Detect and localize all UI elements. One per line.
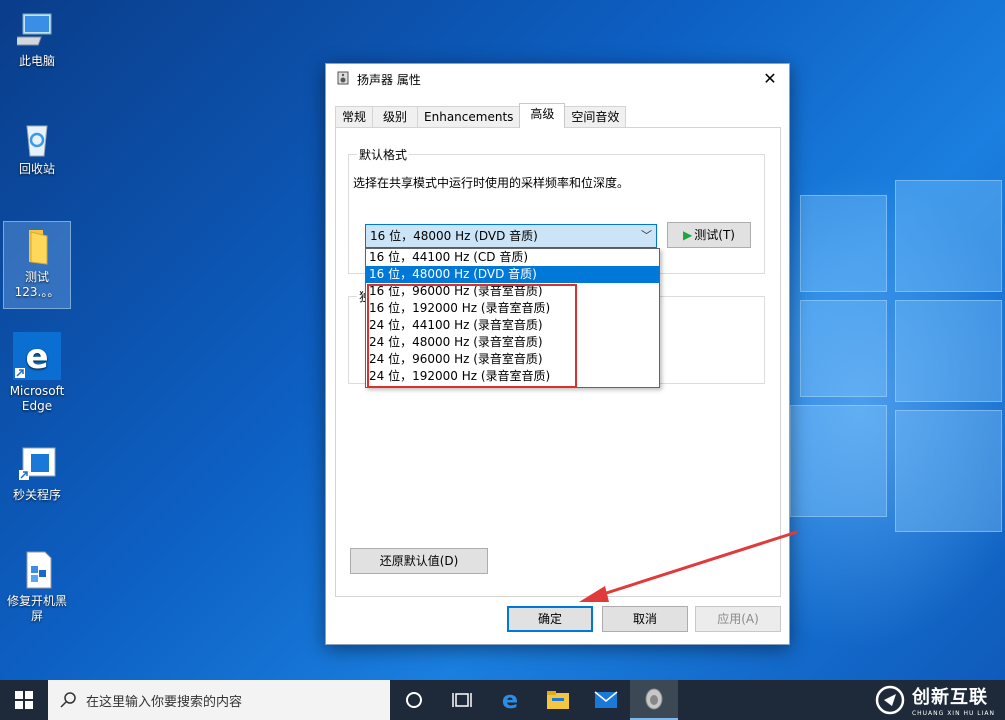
brand-logo-icon: [875, 685, 905, 715]
mail-icon: [594, 691, 618, 708]
folder-icon: [547, 691, 569, 709]
chevron-down-icon[interactable]: ﹀: [641, 225, 652, 247]
test-button[interactable]: ▶ 测试(T): [667, 222, 751, 248]
speaker-icon: [645, 688, 663, 710]
tab-levels[interactable]: 级别: [372, 106, 419, 128]
wallpaper-window-pane: [895, 300, 1002, 402]
tab-spatial-sound[interactable]: 空间音效: [564, 106, 627, 128]
tab-general[interactable]: 常规: [335, 106, 374, 128]
default-format-description: 选择在共享模式中运行时使用的采样频率和位深度。: [353, 176, 630, 190]
start-button[interactable]: [0, 680, 48, 720]
desktop-icon-recycle-bin[interactable]: 回收站: [4, 118, 70, 177]
cortana-button[interactable]: [390, 680, 438, 720]
desktop-icon-label: 回收站: [18, 162, 55, 176]
wallpaper-window-pane: [895, 180, 1002, 292]
taskbar: 在这里输入你要搜索的内容 e: [0, 680, 1005, 720]
wallpaper-window-pane: [895, 410, 1002, 532]
svg-text:e: e: [502, 689, 518, 711]
dropdown-option-selected[interactable]: 16 位，48000 Hz (DVD 音质): [366, 266, 659, 283]
play-icon: ▶: [683, 228, 693, 242]
desktop-icon-label: Microsoft Edge: [9, 384, 65, 413]
search-placeholder: 在这里输入你要搜索的内容: [86, 694, 243, 710]
highlight-annotation-box: [367, 284, 577, 388]
desktop-icon-label: 此电脑: [18, 54, 55, 68]
taskbar-mail[interactable]: [582, 680, 630, 720]
watermark-main-text: 创新互联: [911, 687, 988, 708]
desktop-icon-edge[interactable]: e Microsoft Edge: [4, 332, 70, 414]
windows-logo-icon: [15, 691, 33, 709]
computer-icon: [13, 10, 57, 50]
wallpaper-window-pane: [800, 300, 887, 397]
cortana-circle-icon: [406, 692, 422, 708]
tab-enhancements[interactable]: Enhancements: [417, 106, 521, 128]
test-button-label: 测试(T): [694, 228, 735, 242]
program-window-icon: [17, 444, 57, 484]
task-view-button[interactable]: [438, 680, 486, 720]
sample-rate-combobox[interactable]: 16 位，48000 Hz (DVD 音质) ﹀: [365, 224, 657, 248]
default-format-group-title: 默认格式: [357, 146, 410, 163]
annotation-arrow-icon: [579, 530, 798, 602]
task-view-icon: [452, 693, 472, 707]
folder-icon: [17, 226, 57, 266]
dialog-title: 扬声器 属性: [357, 73, 421, 87]
wallpaper-window-pane: [790, 405, 887, 517]
search-icon: [60, 692, 76, 708]
tab-strip: 常规 级别 Enhancements 高级 空间音效: [335, 103, 627, 128]
taskbar-edge[interactable]: e: [486, 680, 534, 720]
edge-icon: e: [13, 332, 61, 380]
tab-advanced[interactable]: 高级: [519, 103, 566, 128]
svg-text:e: e: [25, 337, 48, 377]
dropdown-option[interactable]: 16 位，44100 Hz (CD 音质): [366, 249, 659, 266]
desktop-icon-fix-black-screen[interactable]: 修复开机黑屏: [4, 550, 70, 624]
desktop-icon-folder[interactable]: 测试123.。。: [3, 221, 71, 309]
watermark-logo: 创新互联 CHUANG XIN HU LIAN: [874, 680, 995, 720]
desktop-icon-quick-close[interactable]: 秒关程序: [4, 444, 70, 503]
script-file-icon: [17, 550, 57, 590]
desktop-icon-this-pc[interactable]: 此电脑: [4, 10, 70, 69]
watermark-sub-text: CHUANG XIN HU LIAN: [911, 710, 995, 717]
desktop-icon-label: 秒关程序: [12, 488, 61, 502]
taskbar-file-explorer[interactable]: [534, 680, 582, 720]
speaker-icon: [336, 71, 350, 88]
dialog-titlebar[interactable]: 扬声器 属性: [326, 64, 789, 95]
close-button[interactable]: ✕: [759, 69, 781, 89]
wallpaper-window-pane: [800, 195, 887, 292]
restore-defaults-button[interactable]: 还原默认值(D): [350, 548, 488, 574]
desktop-icon-label: 测试123.。。: [14, 270, 60, 299]
recycle-bin-icon: [17, 118, 57, 158]
edge-icon: e: [502, 689, 518, 711]
desktop-icon-label: 修复开机黑屏: [6, 594, 67, 623]
taskbar-sound-settings[interactable]: [630, 680, 678, 720]
taskbar-search-box[interactable]: 在这里输入你要搜索的内容: [48, 680, 390, 720]
sample-rate-selected-value: 16 位，48000 Hz (DVD 音质): [370, 229, 538, 243]
